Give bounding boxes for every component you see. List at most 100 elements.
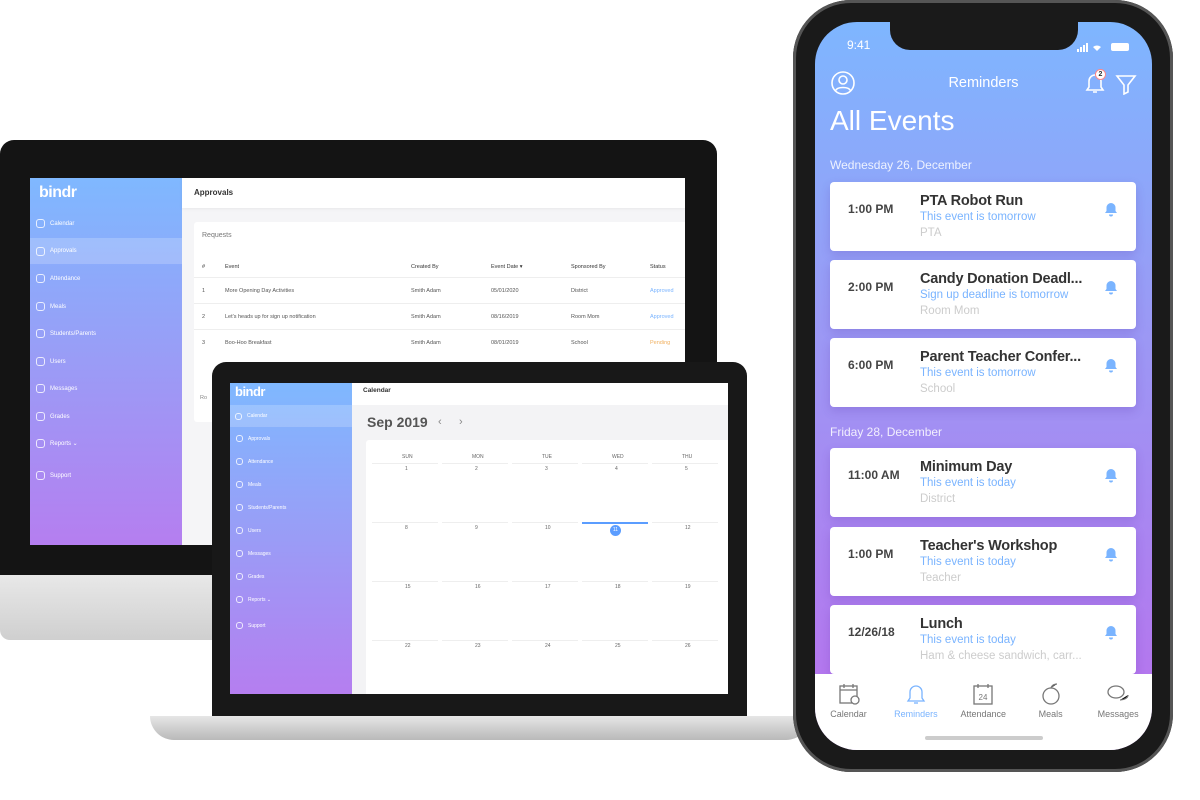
calendar-24-icon: 24: [973, 684, 993, 705]
users-icon: [36, 329, 45, 338]
sidebar-item-approvals[interactable]: Approvals: [30, 238, 182, 264]
day-number: 16: [475, 584, 481, 590]
chat-icon: [36, 384, 45, 393]
event-card[interactable]: 6:00 PM Parent Teacher Confer... This ev…: [830, 338, 1136, 407]
sidebar-item-messages[interactable]: Messages: [236, 550, 271, 557]
sidebar-item-label: Approvals: [50, 248, 77, 254]
sidebar-item-students-parents[interactable]: Students/Parents: [236, 504, 286, 511]
event-time: 2:00 PM: [848, 280, 894, 294]
calendar-icon: [36, 219, 45, 228]
column-header[interactable]: Event Date ▾: [491, 264, 523, 270]
bell-icon[interactable]: [1104, 624, 1118, 640]
sidebar-item-meals[interactable]: Meals: [236, 481, 261, 488]
sidebar-item-meals[interactable]: Meals: [36, 302, 66, 311]
notification-badge: 2: [1095, 69, 1106, 80]
menu-icon: [236, 596, 243, 603]
sidebar-item-users[interactable]: Users: [236, 527, 261, 534]
column-header[interactable]: Event: [225, 264, 239, 270]
column-header[interactable]: Sponsored By: [571, 264, 606, 270]
chart-icon: [36, 439, 45, 448]
bell-icon[interactable]: [1104, 467, 1118, 483]
tab-messages[interactable]: Messages: [1085, 682, 1152, 719]
prev-month-button[interactable]: ‹: [438, 416, 442, 428]
bell-icon[interactable]: [1104, 357, 1118, 373]
sidebar-item-grades[interactable]: Grades: [236, 573, 264, 580]
event-card[interactable]: 12/26/18 Lunch This event is today Ham &…: [830, 605, 1136, 674]
weekday-header: WED: [612, 454, 624, 460]
day-number: 9: [475, 525, 478, 531]
status-icons: [1077, 39, 1137, 52]
event-time: 6:00 PM: [848, 358, 894, 372]
sidebar-item-calendar[interactable]: Calendar: [36, 219, 74, 228]
event-card[interactable]: 2:00 PM Candy Donation Deadl... Sign up …: [830, 260, 1136, 329]
filter-icon[interactable]: [1115, 73, 1137, 96]
tab-calendar[interactable]: Calendar: [815, 682, 882, 719]
sidebar-item-approvals[interactable]: Approvals: [236, 435, 270, 442]
svg-text:24: 24: [979, 693, 988, 702]
sidebar-item-messages[interactable]: Messages: [36, 384, 77, 393]
event-time: 1:00 PM: [848, 547, 894, 561]
table-cell: More Opening Day Activities: [225, 288, 295, 294]
attendance-icon: [36, 274, 45, 283]
section-date-label: Wednesday 26, December: [830, 158, 972, 172]
sidebar-item-support[interactable]: Support: [236, 622, 266, 629]
bell-icon[interactable]: [1104, 201, 1118, 217]
table-cell: 2: [202, 314, 206, 320]
menu-icon: [236, 622, 243, 629]
menu-icon: [236, 504, 243, 511]
next-month-button[interactable]: ›: [459, 416, 463, 428]
apple-icon: [1042, 683, 1060, 705]
event-card[interactable]: 11:00 AM Minimum Day This event is today…: [830, 448, 1136, 517]
laptop-screen: bindr Calendar Approvals Attendance Meals St…: [230, 383, 728, 694]
sidebar-item-label: Users: [50, 358, 66, 365]
column-header[interactable]: Created By: [411, 264, 439, 270]
tab-meals[interactable]: Meals: [1017, 682, 1084, 719]
bell-icon[interactable]: [1104, 546, 1118, 562]
column-header[interactable]: #: [202, 264, 205, 270]
sidebar-item-reports[interactable]: Reports ⌄: [36, 439, 78, 448]
sidebar-item-students-parents[interactable]: Students/Parents: [36, 329, 96, 338]
table-cell: Smith Adam: [411, 314, 441, 320]
sidebar-item-label: Messages: [248, 550, 271, 557]
tab-attendance[interactable]: 24 Attendance: [950, 682, 1017, 719]
sidebar-item-attendance[interactable]: Attendance: [236, 458, 273, 465]
event-meta: Ham & cheese sandwich, carr...: [920, 650, 1082, 662]
event-subtitle: This event is tomorrow: [920, 211, 1036, 223]
notifications-bell-icon[interactable]: 2: [1083, 69, 1107, 95]
sidebar-item-support[interactable]: Support: [36, 471, 71, 480]
tab-reminders[interactable]: Reminders: [882, 682, 949, 719]
event-subtitle: This event is today: [920, 556, 1016, 568]
column-header[interactable]: Status: [650, 264, 666, 270]
status-time: 9:41: [847, 38, 871, 52]
day-number: 17: [545, 584, 551, 590]
event-card[interactable]: 1:00 PM Teacher's Workshop This event is…: [830, 527, 1136, 596]
day-number: 25: [615, 643, 621, 649]
home-indicator: [925, 736, 1043, 740]
event-subtitle: This event is today: [920, 634, 1016, 646]
sidebar-item-label: Support: [248, 622, 266, 629]
sidebar-item-label: Support: [50, 472, 72, 479]
table-cell: 08/16/2019: [491, 314, 519, 320]
day-number: 1: [405, 466, 408, 472]
card-title: Requests: [202, 232, 232, 239]
sidebar-item-label: Students/Parents: [248, 504, 287, 511]
sidebar-item-users[interactable]: Users: [36, 357, 66, 366]
event-card[interactable]: 1:00 PM PTA Robot Run This event is tomo…: [830, 182, 1136, 251]
table-cell: Pending: [650, 340, 671, 346]
sidebar-item-grades[interactable]: Grades: [36, 412, 70, 421]
sidebar-item-attendance[interactable]: Attendance: [36, 274, 80, 283]
bell-icon[interactable]: [1104, 279, 1118, 295]
event-title: Parent Teacher Confer...: [920, 349, 1081, 365]
event-title: Candy Donation Deadl...: [920, 271, 1083, 287]
weekday-header: MON: [472, 454, 484, 460]
event-title: Minimum Day: [920, 459, 1013, 475]
table-cell: Smith Adam: [411, 340, 441, 346]
table-cell: 3: [202, 340, 206, 346]
sidebar-item-label: Grades: [50, 413, 70, 420]
day-number: 23: [475, 643, 481, 649]
event-time: 1:00 PM: [848, 202, 894, 216]
day-number: 22: [405, 643, 411, 649]
sidebar-item-reports[interactable]: Reports ⌄: [236, 596, 271, 603]
sidebar-item-label: Approvals: [248, 435, 271, 442]
sidebar-item-calendar[interactable]: Calendar: [230, 405, 352, 427]
